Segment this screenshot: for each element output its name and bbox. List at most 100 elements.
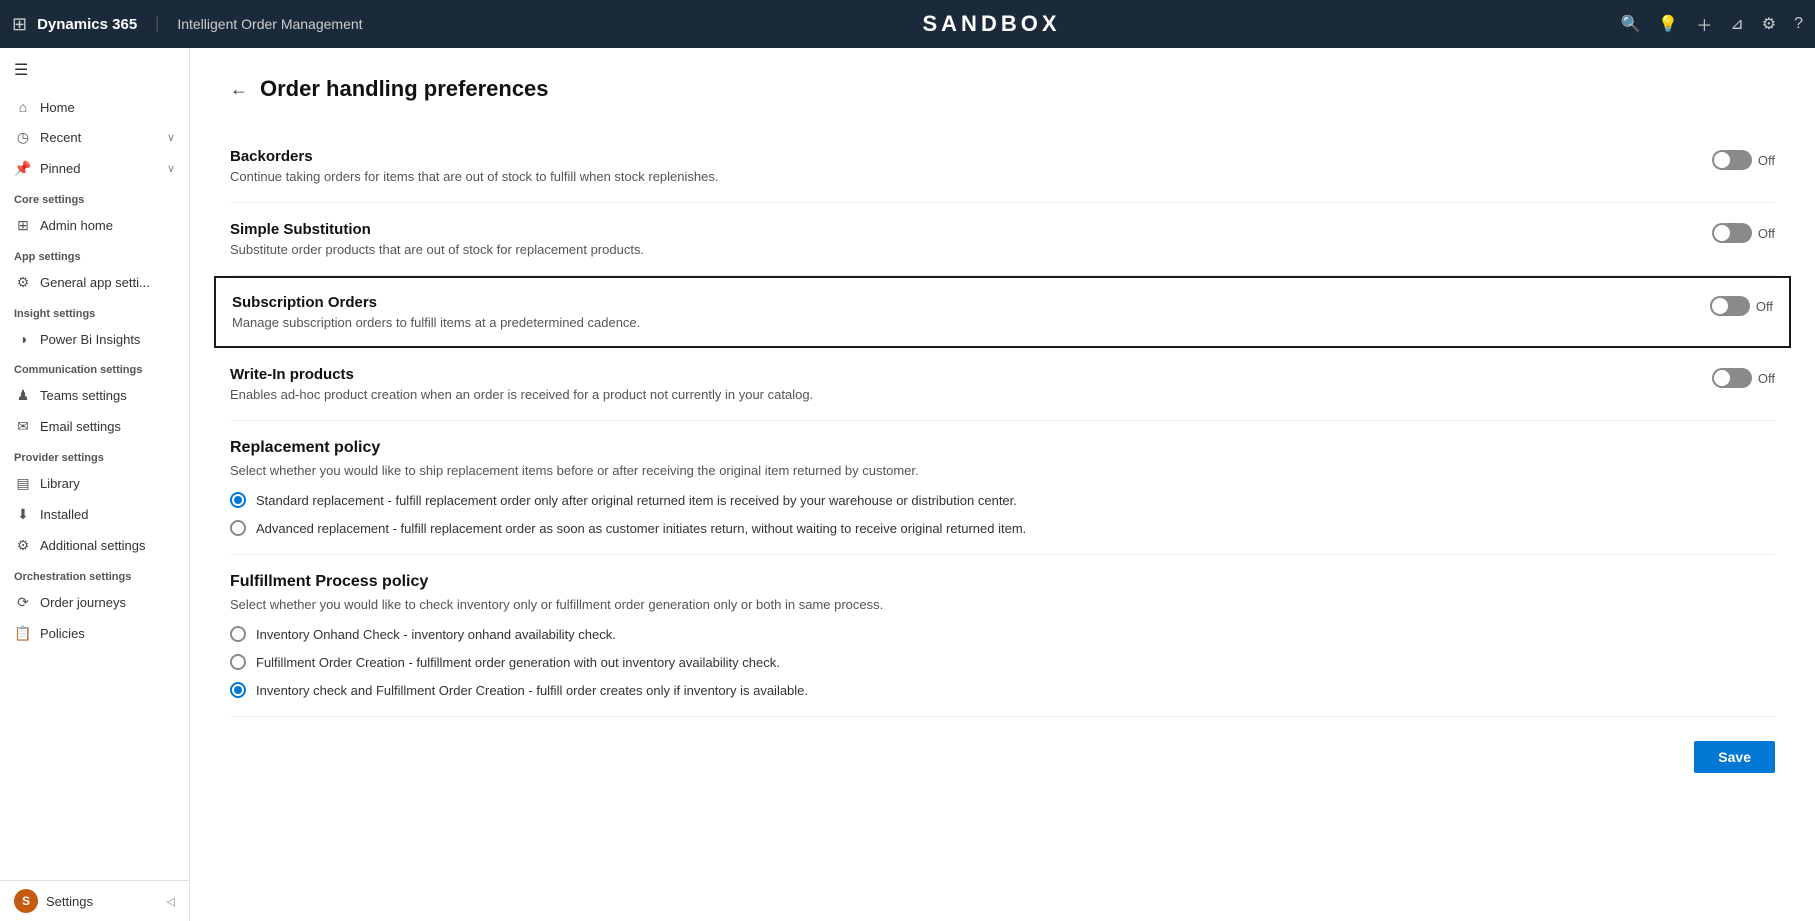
sidebar-item-label: Admin home [40, 218, 113, 233]
back-button[interactable]: ← [230, 79, 248, 100]
pin-icon: 📌 [14, 160, 32, 177]
fulfillment-policy-title: Fulfillment Process policy [230, 573, 1775, 591]
backorders-toggle[interactable] [1712, 150, 1752, 170]
teams-icon: ♟ [14, 387, 32, 404]
page-header: ← Order handling preferences [230, 76, 1775, 102]
grid-icon: ⊞ [14, 217, 32, 234]
top-navigation: ⊞ Dynamics 365 | Intelligent Order Manag… [0, 0, 1815, 48]
advanced-replacement-label: Advanced replacement - fulfill replaceme… [256, 521, 1026, 536]
download-icon: ⬇ [14, 506, 32, 523]
backorders-row: Backorders Continue taking orders for it… [230, 130, 1775, 203]
library-icon: ▤ [14, 475, 32, 492]
subscription-orders-toggle[interactable] [1710, 296, 1750, 316]
write-in-desc: Enables ad-hoc product creation when an … [230, 387, 1130, 402]
replacement-policy-section: Replacement policy Select whether you wo… [230, 421, 1775, 555]
sidebar-item-label: Policies [40, 626, 85, 641]
chevron-down-icon: ∨ [167, 131, 175, 144]
sidebar-item-power-bi[interactable]: ◑ Power Bi Insights [0, 324, 189, 354]
simple-substitution-name: Simple Substitution [230, 221, 1692, 238]
sidebar-item-label: General app setti... [40, 275, 150, 290]
sidebar-item-label: Order journeys [40, 595, 126, 610]
sidebar-item-installed[interactable]: ⬇ Installed [0, 499, 189, 530]
lightbulb-icon[interactable]: 💡 [1658, 14, 1678, 34]
journey-icon: ⟳ [14, 594, 32, 611]
app-settings-label: App settings [0, 241, 189, 267]
communication-settings-label: Communication settings [0, 354, 189, 380]
help-icon[interactable]: ? [1794, 15, 1803, 33]
avatar: S [14, 889, 38, 913]
sidebar-item-email[interactable]: ✉ Email settings [0, 411, 189, 442]
gear-icon: ⚙ [14, 274, 32, 291]
orchestration-settings-label: Orchestration settings [0, 561, 189, 587]
sidebar-item-label: Pinned [40, 161, 80, 176]
simple-substitution-toggle-label: Off [1758, 226, 1775, 241]
fulfillment-order-creation-radio[interactable] [230, 654, 246, 670]
subscription-orders-desc: Manage subscription orders to fulfill it… [232, 315, 1132, 330]
sidebar-item-teams[interactable]: ♟ Teams settings [0, 380, 189, 411]
sidebar-item-home[interactable]: ⌂ Home [0, 92, 189, 122]
inventory-check-fulfillment-radio[interactable] [230, 682, 246, 698]
advanced-replacement-radio[interactable] [230, 520, 246, 536]
home-icon: ⌂ [14, 99, 32, 115]
sidebar: ☰ ⌂ Home ◷ Recent ∨ 📌 Pinned ∨ Core sett… [0, 48, 190, 921]
page-title: Order handling preferences [260, 76, 549, 102]
write-in-toggle-label: Off [1758, 371, 1775, 386]
email-icon: ✉ [14, 418, 32, 435]
settings-icon: ⚙ [14, 537, 32, 554]
chart-icon: ◑ [14, 331, 32, 347]
backorders-toggle-label: Off [1758, 153, 1775, 168]
sidebar-item-general-app[interactable]: ⚙ General app setti... [0, 267, 189, 298]
sidebar-item-policies[interactable]: 📋 Policies [0, 618, 189, 649]
backorders-desc: Continue taking orders for items that ar… [230, 169, 1130, 184]
filter-icon[interactable]: ⊿ [1730, 14, 1743, 34]
core-settings-label: Core settings [0, 184, 189, 210]
sidebar-item-label: Email settings [40, 419, 121, 434]
sandbox-title: SANDBOX [923, 11, 1061, 37]
simple-substitution-toggle[interactable] [1712, 223, 1752, 243]
subscription-orders-toggle-label: Off [1756, 299, 1773, 314]
advanced-replacement-option[interactable]: Advanced replacement - fulfill replaceme… [230, 520, 1775, 536]
sidebar-item-admin-home[interactable]: ⊞ Admin home [0, 210, 189, 241]
sidebar-bottom-settings[interactable]: S Settings ◁ [0, 880, 189, 921]
add-icon[interactable]: ＋ [1696, 12, 1712, 36]
settings-icon[interactable]: ⚙ [1762, 14, 1776, 34]
replacement-policy-title: Replacement policy [230, 439, 1775, 457]
search-icon[interactable]: 🔍 [1620, 14, 1640, 34]
inventory-check-fulfillment-label: Inventory check and Fulfillment Order Cr… [256, 683, 808, 698]
apps-grid-icon[interactable]: ⊞ [12, 14, 27, 35]
inventory-check-fulfillment-option[interactable]: Inventory check and Fulfillment Order Cr… [230, 682, 1775, 698]
fulfillment-order-creation-option[interactable]: Fulfillment Order Creation - fulfillment… [230, 654, 1775, 670]
inventory-onhand-option[interactable]: Inventory Onhand Check - inventory onhan… [230, 626, 1775, 642]
sidebar-item-label: Power Bi Insights [40, 332, 140, 347]
content-area: ← Order handling preferences Backorders … [190, 48, 1815, 921]
sidebar-item-label: Library [40, 476, 80, 491]
inventory-onhand-label: Inventory Onhand Check - inventory onhan… [256, 627, 616, 642]
sidebar-item-label: Teams settings [40, 388, 127, 403]
recent-icon: ◷ [14, 129, 32, 146]
fulfillment-policy-options: Inventory Onhand Check - inventory onhan… [230, 626, 1775, 698]
insight-settings-label: Insight settings [0, 298, 189, 324]
sidebar-item-library[interactable]: ▤ Library [0, 468, 189, 499]
brand-name: Dynamics 365 [37, 16, 137, 33]
sidebar-item-label: Home [40, 100, 75, 115]
write-in-toggle[interactable] [1712, 368, 1752, 388]
app-name: Intelligent Order Management [177, 16, 362, 32]
replacement-policy-options: Standard replacement - fulfill replaceme… [230, 492, 1775, 536]
write-in-products-row: Write-In products Enables ad-hoc product… [230, 348, 1775, 421]
policy-icon: 📋 [14, 625, 32, 642]
fulfillment-policy-desc: Select whether you would like to check i… [230, 597, 1775, 612]
save-button[interactable]: Save [1694, 741, 1775, 773]
sidebar-item-recent[interactable]: ◷ Recent ∨ [0, 122, 189, 153]
simple-substitution-row: Simple Substitution Substitute order pro… [230, 203, 1775, 276]
provider-settings-label: Provider settings [0, 442, 189, 468]
inventory-onhand-radio[interactable] [230, 626, 246, 642]
sidebar-item-pinned[interactable]: 📌 Pinned ∨ [0, 153, 189, 184]
standard-replacement-radio[interactable] [230, 492, 246, 508]
sidebar-item-label: Additional settings [40, 538, 146, 553]
sidebar-item-order-journeys[interactable]: ⟳ Order journeys [0, 587, 189, 618]
subscription-orders-row: Subscription Orders Manage subscription … [214, 276, 1791, 348]
hamburger-menu[interactable]: ☰ [0, 48, 189, 92]
sidebar-item-additional[interactable]: ⚙ Additional settings [0, 530, 189, 561]
fulfillment-policy-section: Fulfillment Process policy Select whethe… [230, 555, 1775, 717]
standard-replacement-option[interactable]: Standard replacement - fulfill replaceme… [230, 492, 1775, 508]
